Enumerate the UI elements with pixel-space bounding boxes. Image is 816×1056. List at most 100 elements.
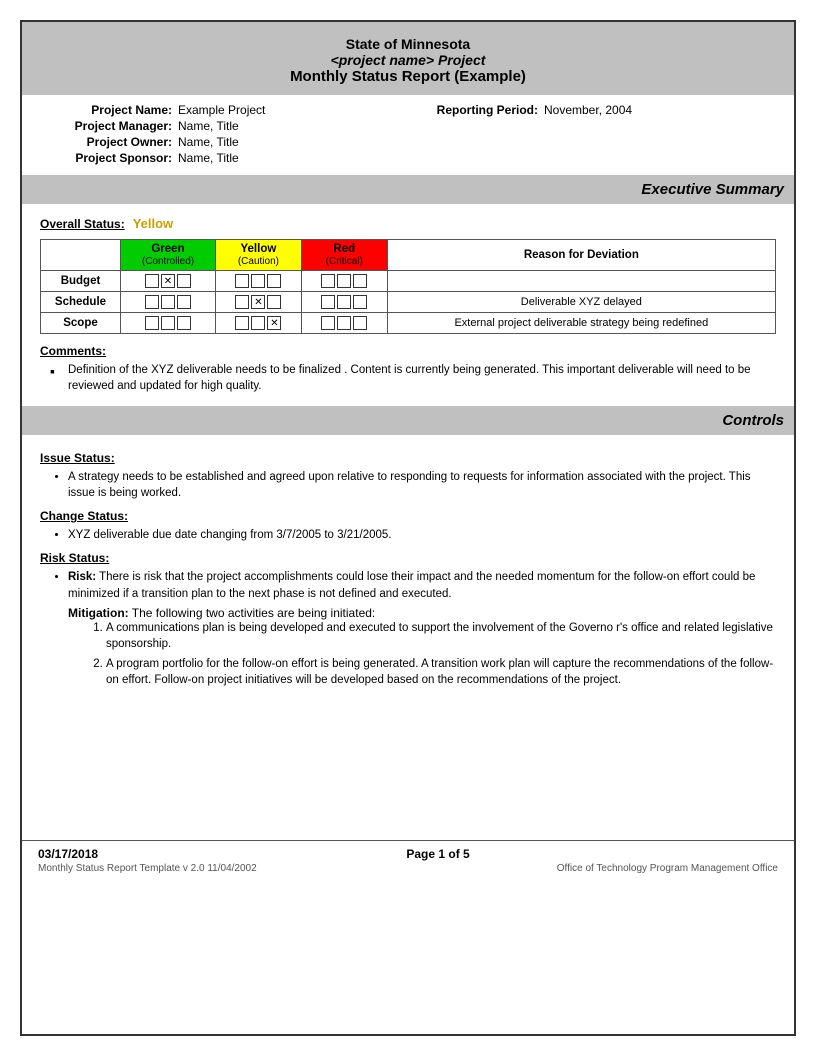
budget-green-cells [121, 271, 216, 292]
overall-status-row: Overall Status: Yellow [40, 216, 776, 231]
mitigation-label: Mitigation: [68, 606, 129, 620]
mitigation-intro: The following two activities are being i… [132, 606, 375, 620]
scope-red-cb2 [337, 316, 351, 330]
header-line2: <project name> Project [32, 52, 784, 68]
budget-yellow-cb3 [267, 274, 281, 288]
change-list: XYZ deliverable due date changing from 3… [68, 527, 776, 543]
reporting-period-label: Reporting Period: [408, 103, 538, 117]
schedule-red-cb2 [337, 295, 351, 309]
schedule-yellow-cb1 [235, 295, 249, 309]
scope-green-cells [121, 313, 216, 334]
scope-label: Scope [41, 313, 121, 334]
budget-red-cb3 [353, 274, 367, 288]
footer-bottom: Monthly Status Report Template v 2.0 11/… [38, 863, 778, 874]
footer-template-info: Monthly Status Report Template v 2.0 11/… [38, 863, 257, 874]
project-manager-value: Name, Title [178, 119, 239, 133]
budget-red-cb1 [321, 274, 335, 288]
schedule-reason: Deliverable XYZ delayed [387, 292, 775, 313]
schedule-green-cells [121, 292, 216, 313]
scope-green-cb2 [161, 316, 175, 330]
comments-list: Definition of the XYZ deliverable needs … [50, 362, 776, 394]
scope-green-cb1 [145, 316, 159, 330]
project-name-row: Project Name: Example Project [42, 103, 408, 117]
schedule-green-cb2 [161, 295, 175, 309]
issue-item-1: A strategy needs to be established and a… [68, 469, 776, 501]
controls-title: Controls [722, 412, 784, 429]
col-yellow-header: Yellow (Caution) [215, 240, 301, 271]
budget-green-cb3 [177, 274, 191, 288]
budget-reason [387, 271, 775, 292]
schedule-red-cb3 [353, 295, 367, 309]
schedule-yellow-cb3 [267, 295, 281, 309]
project-sponsor-label: Project Sponsor: [42, 151, 172, 165]
mitigation-block: Mitigation: The following two activities… [68, 606, 776, 688]
budget-label: Budget [41, 271, 121, 292]
risk-item-1: Risk: There is risk that the project acc… [68, 569, 776, 601]
scope-yellow-cb2 [251, 316, 265, 330]
budget-green-cb1 [145, 274, 159, 288]
schedule-label: Schedule [41, 292, 121, 313]
col-green-header: Green (Controlled) [121, 240, 216, 271]
table-row-schedule: Schedule [41, 292, 776, 313]
scope-reason: External project deliverable strategy be… [387, 313, 775, 334]
schedule-yellow-cb2 [251, 295, 265, 309]
scope-yellow-cb3 [267, 316, 281, 330]
schedule-red-cells [301, 292, 387, 313]
comments-label: Comments: [40, 344, 776, 358]
reporting-period-row: Reporting Period: November, 2004 [408, 103, 774, 117]
scope-yellow-cb1 [235, 316, 249, 330]
scope-red-cb3 [353, 316, 367, 330]
overall-status-value: Yellow [133, 216, 173, 231]
schedule-green-cb3 [177, 295, 191, 309]
budget-red-cells [301, 271, 387, 292]
risk-label: Risk: [68, 571, 96, 583]
executive-summary-header: Executive Summary [22, 175, 794, 204]
project-owner-value: Name, Title [178, 135, 239, 149]
project-name-value: Example Project [178, 103, 265, 117]
footer-date: 03/17/2018 [38, 847, 98, 861]
footer-page: Page 1 of 5 [406, 847, 469, 861]
scope-green-cb3 [177, 316, 191, 330]
budget-green-cb2 [161, 274, 175, 288]
project-sponsor-row: Project Sponsor: Name, Title [42, 151, 408, 165]
controls-header: Controls [22, 406, 794, 435]
mitigation-item-1: A communications plan is being developed… [106, 620, 776, 652]
budget-yellow-cb2 [251, 274, 265, 288]
controls-content: Issue Status: A strategy needs to be est… [22, 435, 794, 700]
scope-red-cb1 [321, 316, 335, 330]
budget-red-cb2 [337, 274, 351, 288]
schedule-yellow-cells [215, 292, 301, 313]
project-owner-label: Project Owner: [42, 135, 172, 149]
page-header: State of Minnesota <project name> Projec… [22, 22, 794, 95]
page-footer: 03/17/2018 Page 1 of 5 Monthly Status Re… [22, 840, 794, 878]
schedule-green-cb1 [145, 295, 159, 309]
table-row-scope: Scope [41, 313, 776, 334]
scope-yellow-cells [215, 313, 301, 334]
mitigation-list: A communications plan is being developed… [106, 620, 776, 688]
reporting-period-value: November, 2004 [544, 103, 632, 117]
project-sponsor-value: Name, Title [178, 151, 239, 165]
overall-status-label: Overall Status: [40, 217, 125, 231]
issue-list: A strategy needs to be established and a… [68, 469, 776, 501]
project-name-label: Project Name: [42, 103, 172, 117]
change-status-label: Change Status: [40, 509, 776, 523]
executive-summary-title: Executive Summary [641, 181, 784, 198]
change-item-1: XYZ deliverable due date changing from 3… [68, 527, 776, 543]
table-row-budget: Budget [41, 271, 776, 292]
scope-red-cells [301, 313, 387, 334]
footer-top: 03/17/2018 Page 1 of 5 [38, 847, 778, 861]
executive-summary-content: Overall Status: Yellow Green (Controlled… [22, 204, 794, 406]
comment-item-1: Definition of the XYZ deliverable needs … [50, 362, 776, 394]
project-manager-label: Project Manager: [42, 119, 172, 133]
col-red-header: Red (Critical) [301, 240, 387, 271]
header-line3: Monthly Status Report (Example) [32, 68, 784, 85]
status-table-empty-header [41, 240, 121, 271]
project-info: Project Name: Example Project Project Ma… [22, 95, 794, 175]
issue-status-label: Issue Status: [40, 451, 776, 465]
project-owner-row: Project Owner: Name, Title [42, 135, 408, 149]
header-line1: State of Minnesota [32, 36, 784, 52]
budget-yellow-cb1 [235, 274, 249, 288]
col-reason-header: Reason for Deviation [387, 240, 775, 271]
status-table: Green (Controlled) Yellow (Caution) Red … [40, 239, 776, 334]
schedule-red-cb1 [321, 295, 335, 309]
